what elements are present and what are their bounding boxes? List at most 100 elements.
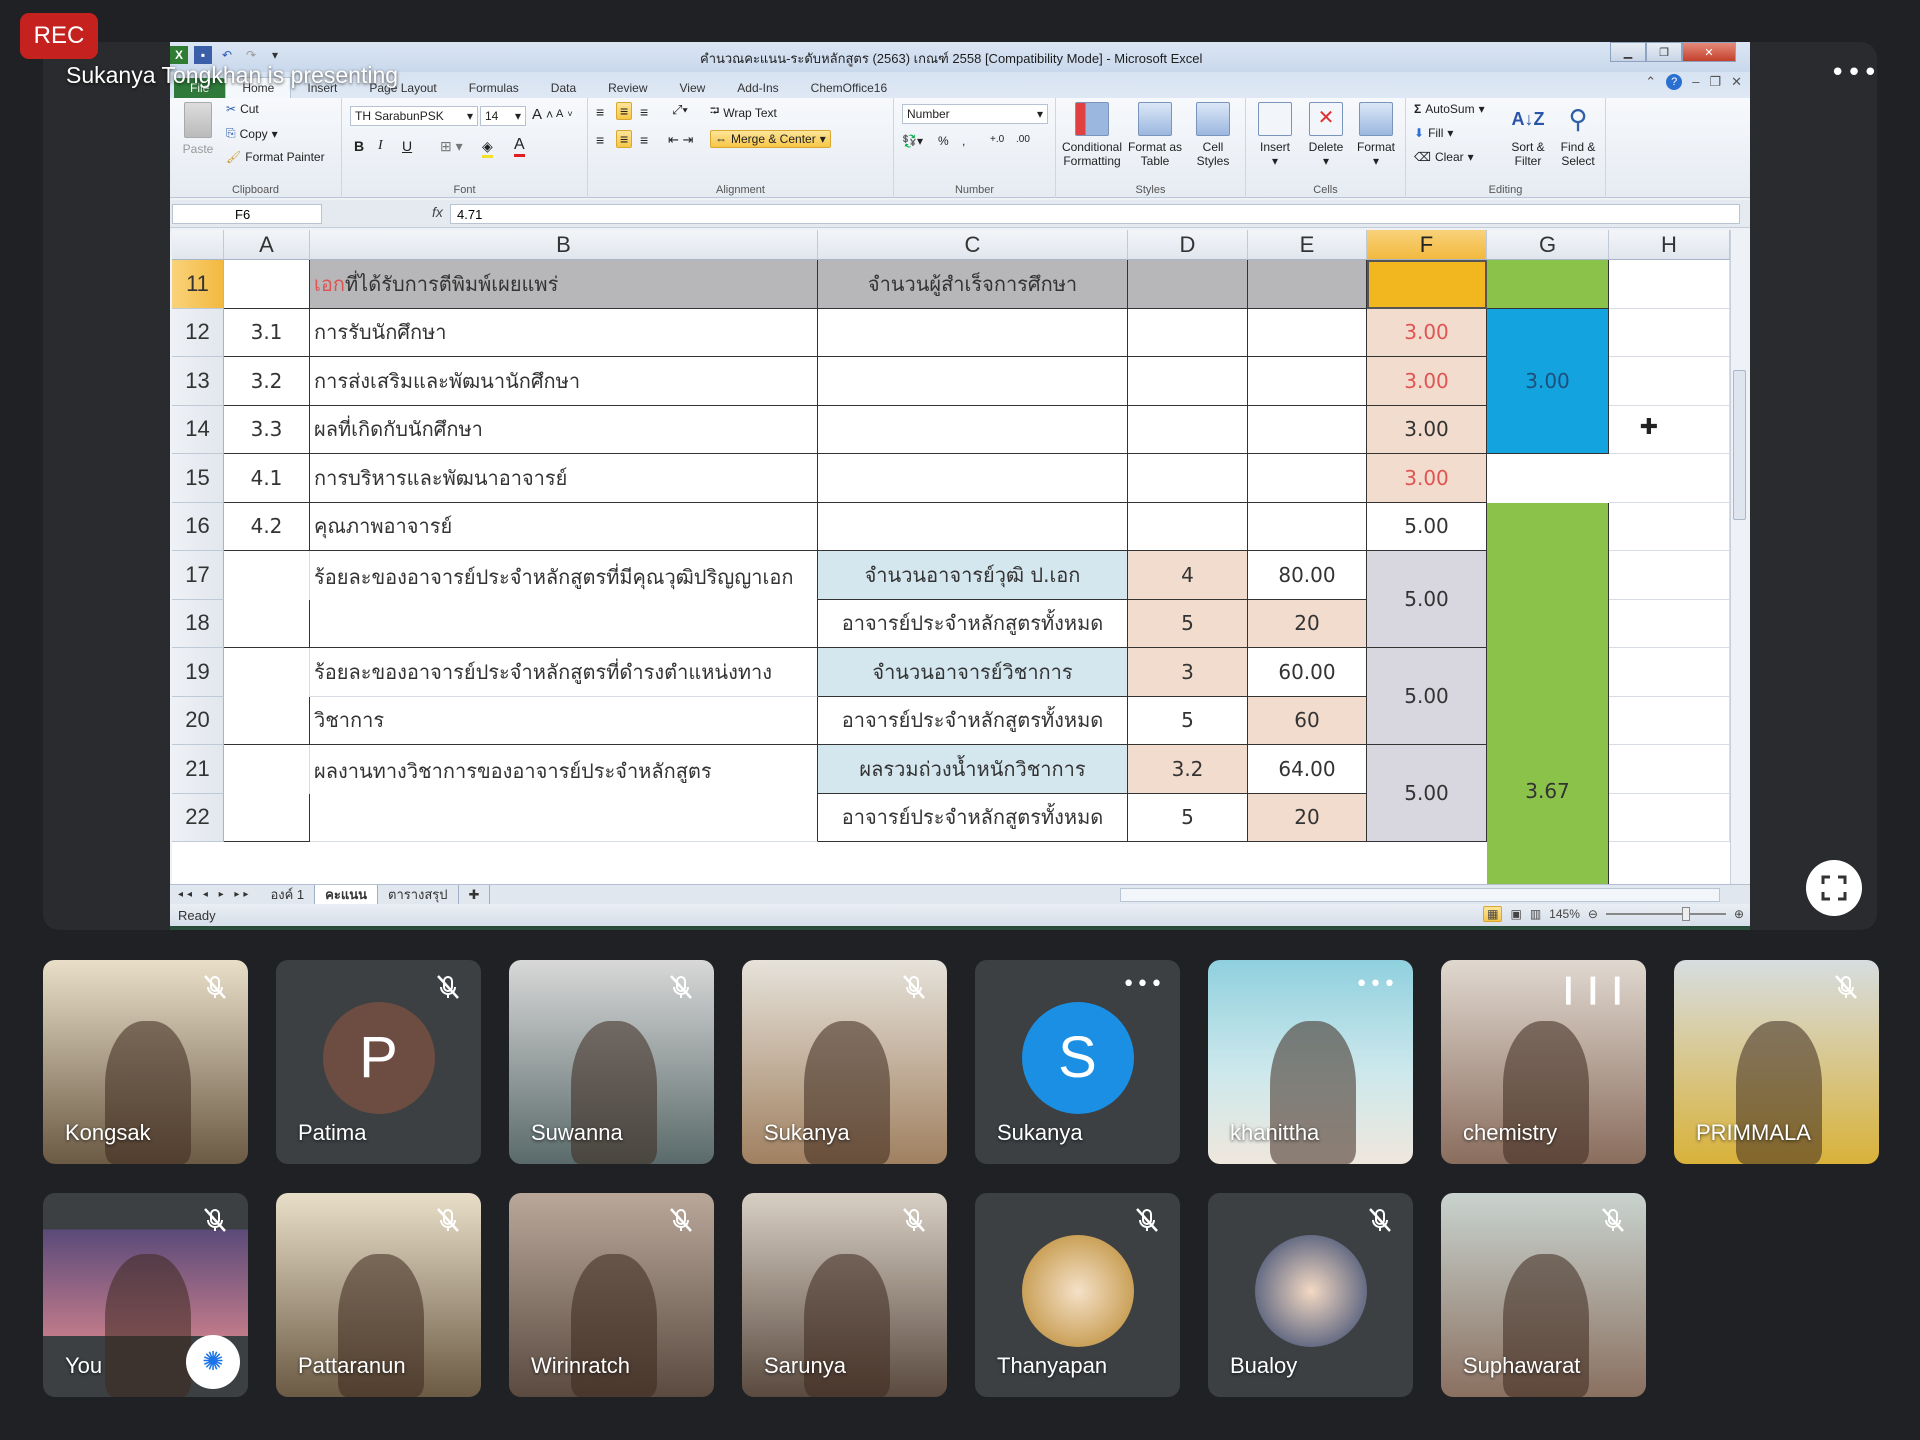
- collapse-ribbon-icon[interactable]: ⌃: [1645, 74, 1656, 90]
- cell-topic[interactable]: คุณภาพอาจารย์: [310, 502, 818, 551]
- cell[interactable]: [818, 357, 1128, 406]
- insert-button[interactable]: Insert ▾: [1252, 102, 1298, 168]
- tab-data[interactable]: Data: [535, 78, 592, 98]
- cell[interactable]: [1609, 648, 1730, 697]
- cell-value-d[interactable]: 5: [1128, 599, 1248, 648]
- cell[interactable]: [1609, 745, 1730, 794]
- align-left-button[interactable]: ≡: [596, 132, 604, 148]
- cell-value-e[interactable]: 60: [1248, 696, 1367, 745]
- cell[interactable]: [1609, 405, 1730, 454]
- cell[interactable]: [1609, 696, 1730, 745]
- cell[interactable]: [224, 260, 310, 309]
- row-header[interactable]: 15: [172, 454, 224, 503]
- doc-minimize-icon[interactable]: –: [1692, 74, 1699, 90]
- sheet-tab-active[interactable]: คะแนน: [315, 885, 378, 904]
- column-header-f[interactable]: F: [1367, 230, 1487, 260]
- column-header-e[interactable]: E: [1248, 230, 1367, 260]
- decrease-decimal-button[interactable]: .00: [1016, 134, 1030, 145]
- participant-tile[interactable]: Thanyapan: [975, 1193, 1180, 1397]
- cell[interactable]: [224, 745, 310, 794]
- find-select-button[interactable]: ⚲ Find & Select: [1554, 102, 1602, 168]
- cell-value-d[interactable]: 4: [1128, 551, 1248, 600]
- cell[interactable]: [1128, 260, 1248, 309]
- cell-header-c[interactable]: จำนวนผู้สำเร็จการศึกษา: [818, 260, 1128, 309]
- cell[interactable]: [1128, 502, 1248, 551]
- percent-button[interactable]: %: [938, 134, 949, 148]
- tab-formulas[interactable]: Formulas: [453, 78, 535, 98]
- cell[interactable]: [224, 793, 310, 842]
- row-header[interactable]: 20: [172, 696, 224, 745]
- cell-merged-g[interactable]: 3.67: [1487, 502, 1609, 884]
- row-header[interactable]: 21: [172, 745, 224, 794]
- participant-tile[interactable]: Sarunya: [742, 1193, 947, 1397]
- participant-tile[interactable]: Wirinratch: [509, 1193, 714, 1397]
- cell-topic[interactable]: ร้อยละของอาจารย์ประจำหลักสูตรที่ดำรงตำแห…: [310, 648, 818, 697]
- cell[interactable]: [224, 648, 310, 697]
- help-icon[interactable]: ?: [1666, 74, 1683, 90]
- row-header[interactable]: 12: [172, 308, 224, 357]
- participant-tile[interactable]: S ••• Sukanya: [975, 960, 1180, 1164]
- number-format-select[interactable]: Number ▾: [902, 104, 1048, 124]
- cell-score[interactable]: 5.00: [1367, 502, 1487, 551]
- tab-chemoffice[interactable]: ChemOffice16: [795, 78, 903, 98]
- column-header-h[interactable]: H: [1609, 230, 1730, 260]
- cell-value-e[interactable]: 64.00: [1248, 745, 1367, 794]
- cell[interactable]: [1609, 599, 1730, 648]
- row-header[interactable]: 22: [172, 793, 224, 842]
- format-as-table-button[interactable]: Format as Table: [1126, 102, 1184, 168]
- cell-index[interactable]: 4.1: [224, 454, 310, 503]
- cell-criteria[interactable]: ผลรวมถ่วงน้ำหนักวิชาการ: [818, 745, 1128, 794]
- cell[interactable]: [1248, 260, 1367, 309]
- cell-value-e[interactable]: 20: [1248, 793, 1367, 842]
- cell-index[interactable]: 3.1: [224, 308, 310, 357]
- tile-options-icon[interactable]: •••: [1355, 972, 1397, 997]
- row-header[interactable]: 11: [172, 260, 224, 309]
- tab-review[interactable]: Review: [592, 78, 663, 98]
- conditional-formatting-button[interactable]: Conditional Formatting: [1060, 102, 1124, 168]
- new-sheet-button[interactable]: ✚: [459, 885, 491, 904]
- indent-buttons[interactable]: ⇤ ⇥: [668, 132, 693, 148]
- column-header-c[interactable]: C: [818, 230, 1128, 260]
- font-size-select[interactable]: 14 ▾: [480, 106, 526, 126]
- row-header[interactable]: 18: [172, 599, 224, 648]
- cell-value-e[interactable]: 20: [1248, 599, 1367, 648]
- participant-tile[interactable]: You ✺: [43, 1193, 248, 1397]
- cell-f11-selected[interactable]: [1367, 260, 1487, 309]
- cell[interactable]: [1609, 793, 1730, 842]
- cell-merged-f[interactable]: 5.00: [1367, 648, 1487, 745]
- zoom-level[interactable]: 145%: [1549, 907, 1580, 921]
- insert-function-button[interactable]: fx: [432, 204, 443, 220]
- copy-button[interactable]: ⎘ Copy ▾: [226, 126, 278, 141]
- cell-criteria[interactable]: อาจารย์ประจำหลักสูตรทั้งหมด: [818, 696, 1128, 745]
- cell-topic[interactable]: การบริหารและพัฒนาอาจารย์: [310, 454, 818, 503]
- cell[interactable]: [1487, 260, 1609, 309]
- align-right-button[interactable]: ≡: [640, 132, 648, 148]
- increase-decimal-button[interactable]: +.0: [990, 134, 1004, 145]
- cell-topic[interactable]: ร้อยละของอาจารย์ประจำหลักสูตรที่มีคุณวุฒ…: [310, 551, 818, 648]
- cell-value-d[interactable]: 5: [1128, 696, 1248, 745]
- row-header[interactable]: 16: [172, 502, 224, 551]
- autosum-button[interactable]: Σ AutoSum ▾: [1414, 102, 1485, 116]
- cell-header-b[interactable]: เอก ที่ได้รับการตีพิมพ์เผยแพร่: [310, 260, 818, 309]
- tile-options-icon[interactable]: •••: [1122, 972, 1164, 997]
- cell[interactable]: [818, 502, 1128, 551]
- cell-value-d[interactable]: 5: [1128, 793, 1248, 842]
- cell-value-d[interactable]: 3: [1128, 648, 1248, 697]
- cell[interactable]: [224, 551, 310, 600]
- vertical-scrollbar[interactable]: [1730, 230, 1748, 884]
- cell[interactable]: [1128, 308, 1248, 357]
- participant-tile[interactable]: Pattaranun: [276, 1193, 481, 1397]
- column-header-g[interactable]: G: [1487, 230, 1609, 260]
- participant-tile[interactable]: Bualoy: [1208, 1193, 1413, 1397]
- cell-criteria[interactable]: อาจารย์ประจำหลักสูตรทั้งหมด: [818, 793, 1128, 842]
- participant-tile[interactable]: ••• khanittha: [1208, 960, 1413, 1164]
- cell-criteria[interactable]: อาจารย์ประจำหลักสูตรทั้งหมด: [818, 599, 1128, 648]
- cell-topic[interactable]: การรับนักศึกษา: [310, 308, 818, 357]
- currency-button[interactable]: 💱▾: [902, 134, 923, 148]
- wrap-text-button[interactable]: ⮒ Wrap Text: [710, 102, 777, 123]
- cell[interactable]: [1609, 551, 1730, 600]
- cell[interactable]: [1248, 405, 1367, 454]
- participant-tile[interactable]: Suphawarat: [1441, 1193, 1646, 1397]
- participant-tile[interactable]: Kongsak: [43, 960, 248, 1164]
- more-options-button[interactable]: •••: [1830, 58, 1879, 88]
